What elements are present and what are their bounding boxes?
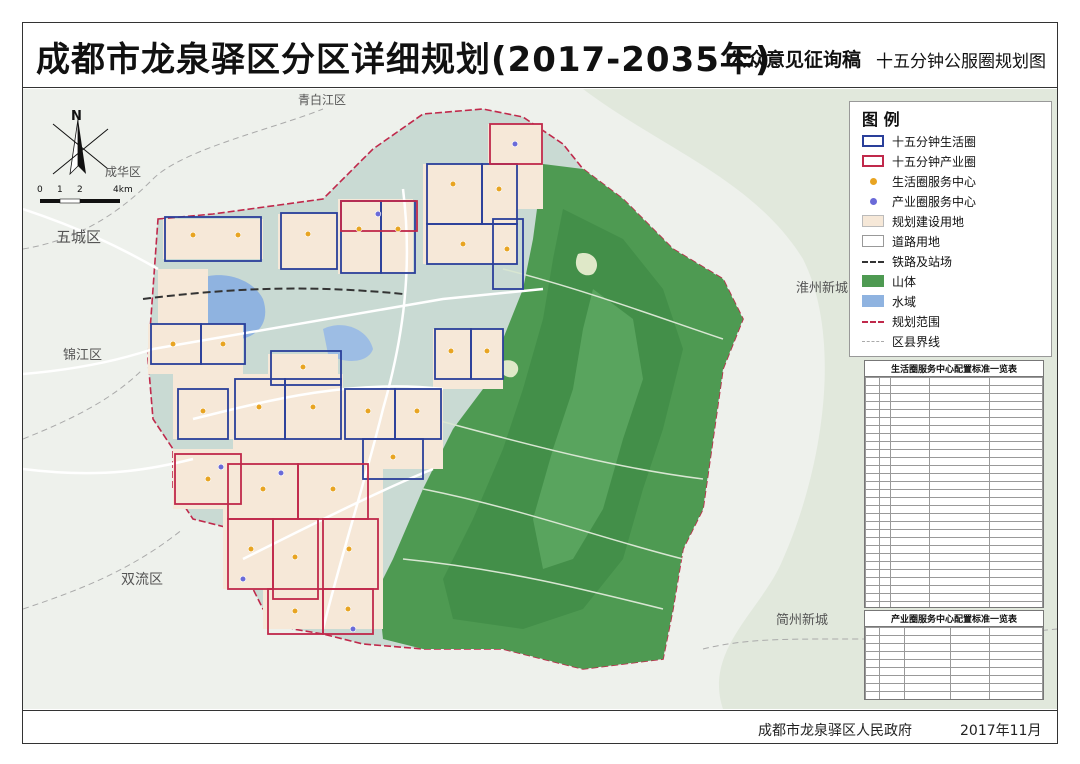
- planning-boundary-swatch: [862, 321, 884, 327]
- life-circle-standard-table: 生活圈服务中心配置标准一览表: [864, 360, 1044, 608]
- district-boundary-swatch: [862, 341, 884, 347]
- mountain-swatch: [862, 275, 884, 287]
- scale-tick-3: 4km: [113, 185, 133, 195]
- footer-organization: 成都市龙泉驿区人民政府: [758, 723, 912, 739]
- table-life-grid: [865, 377, 1043, 607]
- label-wuhou: 五城区: [56, 228, 102, 246]
- label-jianzhou: 简州新城: [776, 613, 829, 628]
- legend-label: 水域: [892, 294, 917, 309]
- footer: 成都市龙泉驿区人民政府 2017年11月: [22, 710, 1058, 744]
- legend-label: 道路用地: [892, 234, 941, 249]
- legend-item-life-centre: 生活圈服务中心: [862, 172, 976, 190]
- legend-label: 铁路及站场: [892, 254, 953, 269]
- footer-date: 2017年11月: [960, 723, 1042, 739]
- legend-item-mountain: 山体: [862, 272, 916, 290]
- water-swatch: [862, 295, 884, 307]
- label-shuangliu: 双流区: [121, 572, 163, 588]
- legend-label: 规划范围: [892, 314, 941, 329]
- scale-bar: 0 1 2 4km: [37, 185, 133, 199]
- industry-circle-standard-table: 产业圈服务中心配置标准一览表: [864, 610, 1044, 700]
- scale-bar-graphic: [40, 198, 120, 204]
- road-swatch: [862, 235, 884, 247]
- legend-item-water: 水域: [862, 292, 916, 310]
- label-chenghua: 成华区: [105, 165, 142, 179]
- legend-label: 十五分钟产业圈: [892, 154, 977, 169]
- table-life-title: 生活圈服务中心配置标准一览表: [865, 361, 1043, 377]
- legend-label: 规划建设用地: [892, 214, 965, 229]
- legend-label: 生活圈服务中心: [892, 174, 977, 189]
- map-name: 十五分钟公服圈规划图: [876, 52, 1046, 72]
- legend-item-railway: 铁路及站场: [862, 252, 952, 270]
- legend-label: 十五分钟生活圈: [892, 134, 977, 149]
- label-jinjiang: 锦江区: [63, 348, 103, 363]
- legend-label: 产业圈服务中心: [892, 194, 977, 209]
- legend-title: 图 例: [862, 110, 900, 129]
- industry-circle-swatch: [862, 155, 884, 167]
- legend: 图 例 十五分钟生活圈 十五分钟产业圈 生活圈服务中心 产业圈服务中心 规划建设…: [849, 101, 1052, 357]
- label-qingbaijiang: 青白江区: [298, 93, 347, 107]
- legend-item-planning-boundary: 规划范围: [862, 312, 940, 330]
- label-huaizhou: 淮州新城: [796, 281, 849, 296]
- legend-item-industry-centre: 产业圈服务中心: [862, 192, 976, 210]
- life-circle-swatch: [862, 135, 884, 147]
- industry-centre-dot-icon: [862, 195, 884, 207]
- title-bar: 成都市龙泉驿区分区详细规划(2017-2035年) 公众意见征询稿 十五分钟公服…: [22, 22, 1058, 88]
- north-label: N: [71, 109, 82, 124]
- legend-label: 区县界线: [892, 334, 941, 349]
- scale-tick-1: 1: [57, 185, 63, 195]
- scale-tick-0: 0: [37, 185, 43, 195]
- legend-item-built-land: 规划建设用地: [862, 212, 964, 230]
- map-subtitle: 公众意见征询稿: [728, 49, 862, 71]
- built-land-swatch: [862, 215, 884, 227]
- legend-item-industry-circle: 十五分钟产业圈: [862, 152, 976, 170]
- legend-label: 山体: [892, 274, 917, 289]
- life-centre-dot-icon: [862, 175, 884, 187]
- scale-tick-2: 2: [77, 185, 83, 195]
- legend-item-road: 道路用地: [862, 232, 940, 250]
- legend-item-district-boundary: 区县界线: [862, 332, 940, 350]
- map-title: 成都市龙泉驿区分区详细规划(2017-2035年): [36, 40, 772, 80]
- table-industry-title: 产业圈服务中心配置标准一览表: [865, 611, 1043, 627]
- table-industry-grid: [865, 627, 1043, 699]
- legend-item-life-circle: 十五分钟生活圈: [862, 132, 976, 150]
- railway-icon: [862, 261, 884, 267]
